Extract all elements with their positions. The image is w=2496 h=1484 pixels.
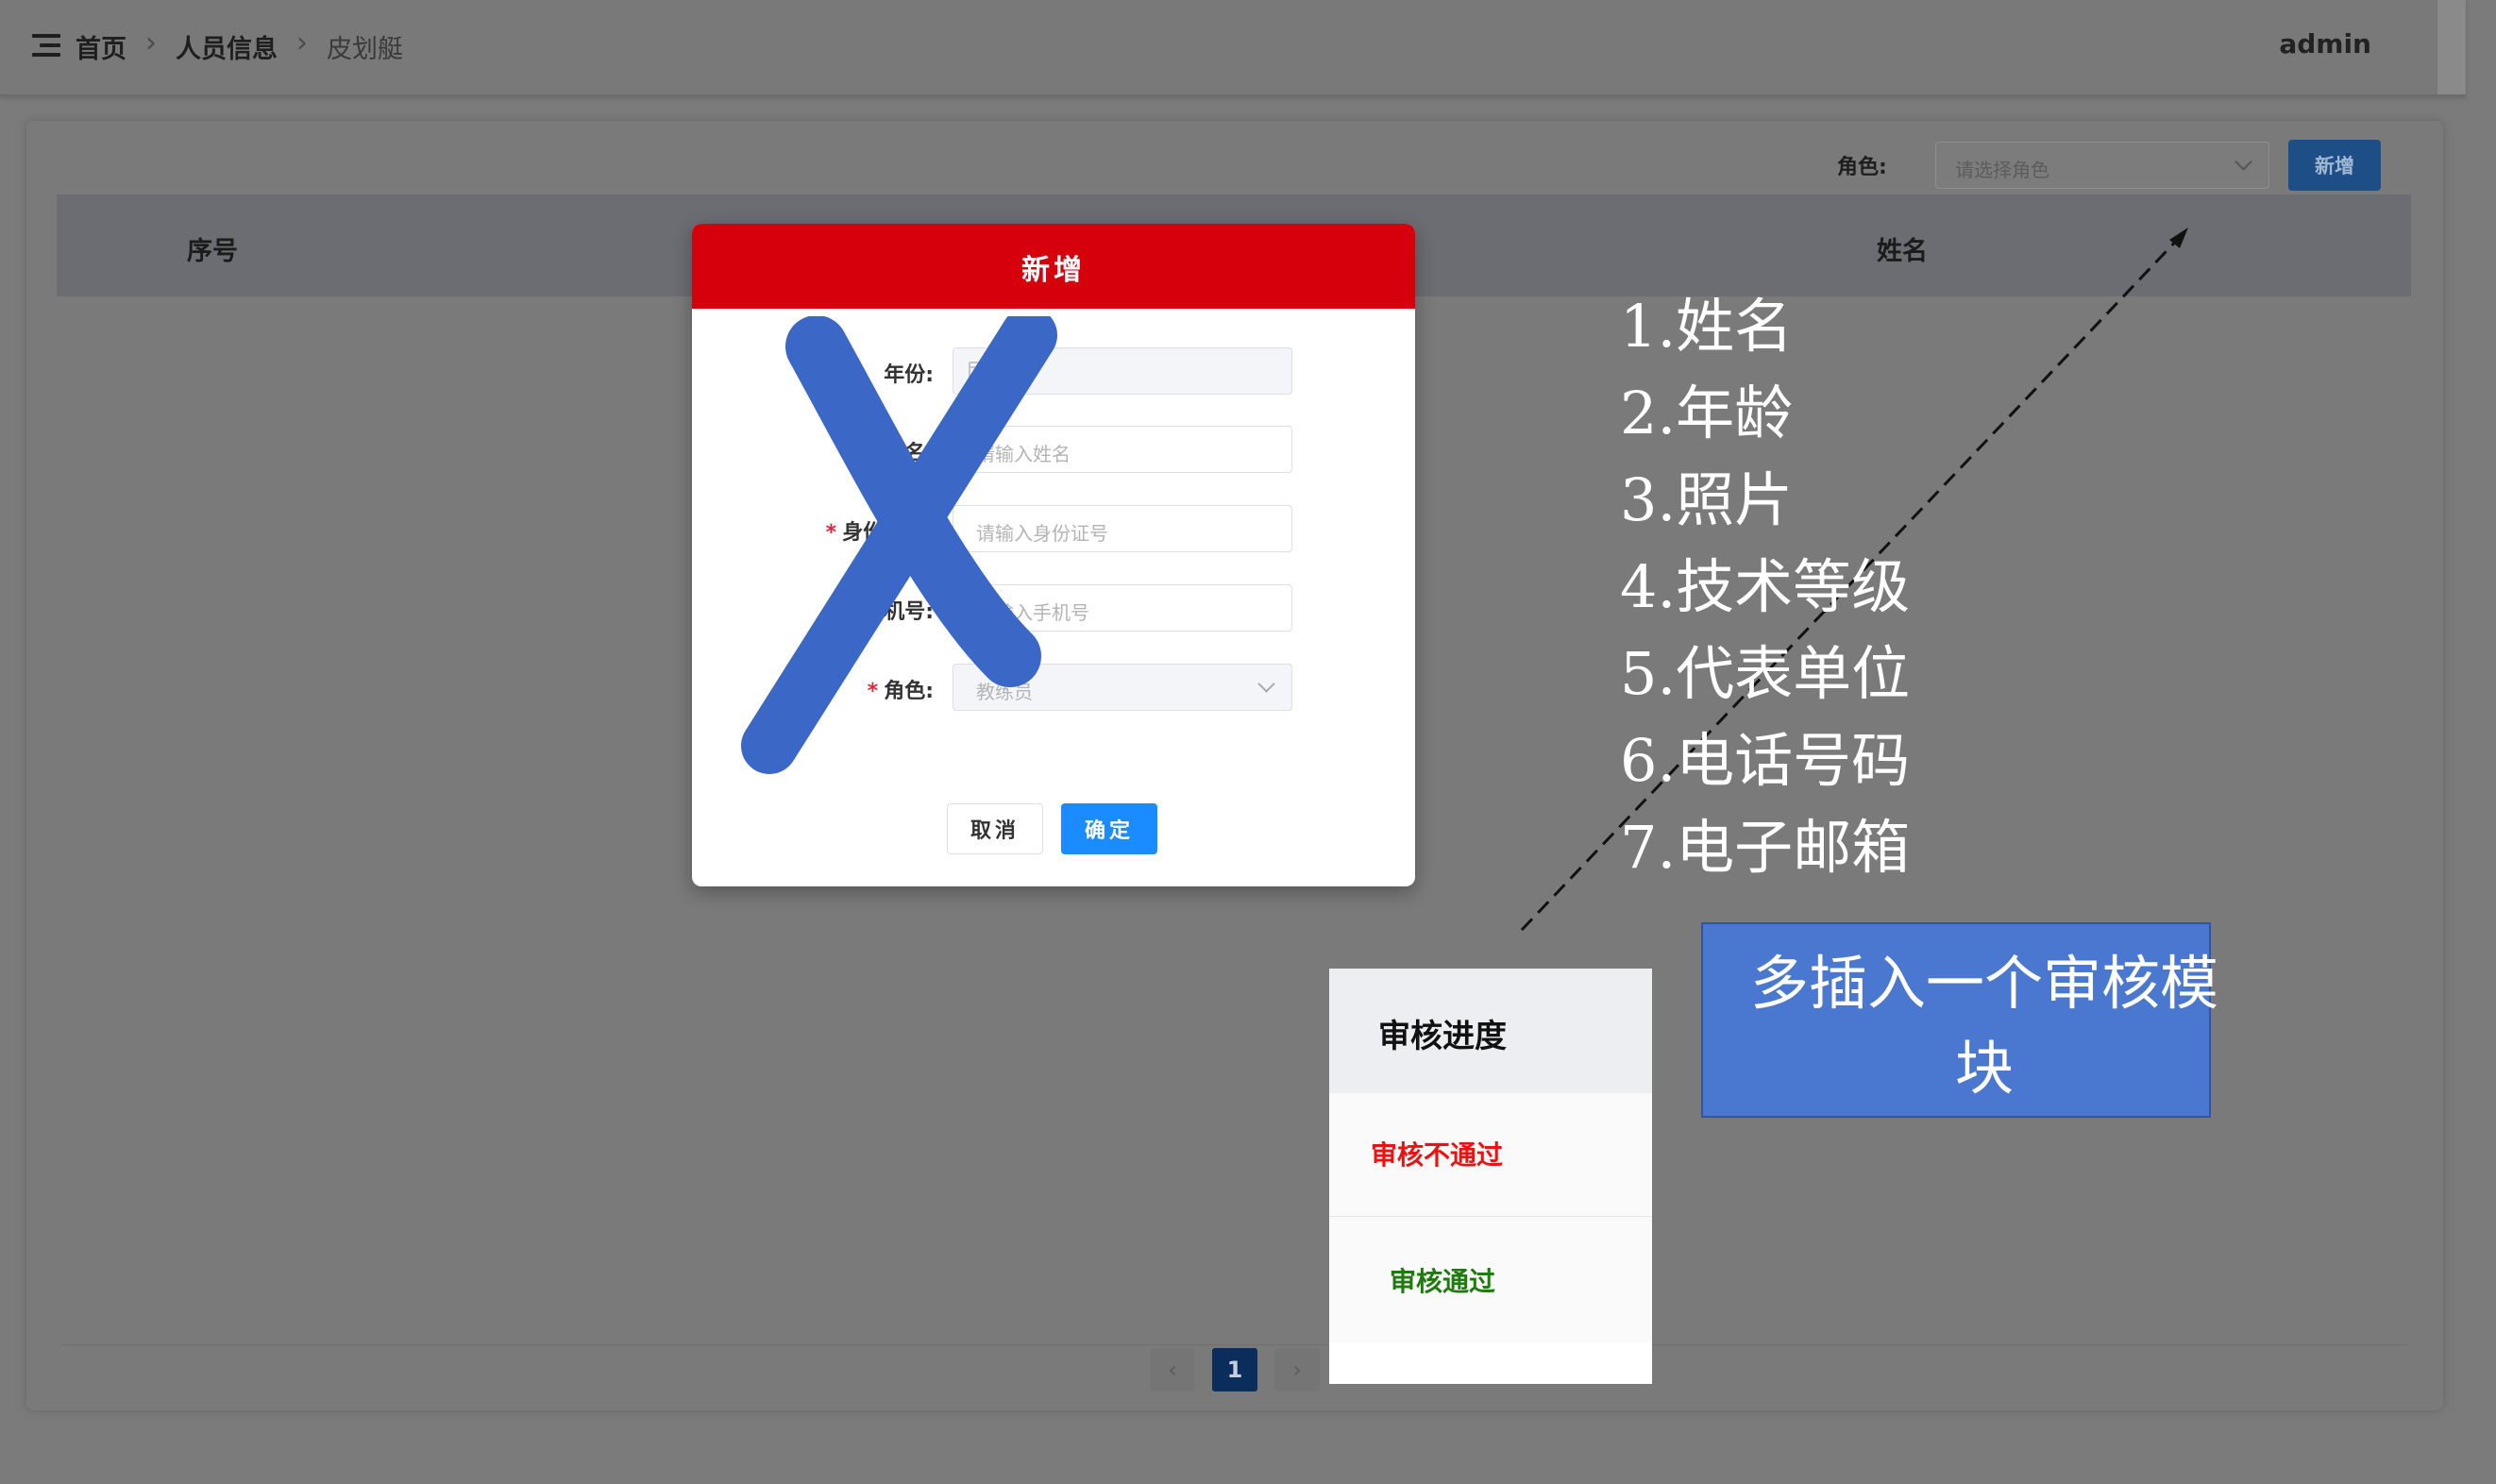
- confirm-button[interactable]: 确定: [1061, 803, 1157, 854]
- review-panel-divider: [1329, 1216, 1652, 1217]
- role-filter-label: 角色:: [1837, 156, 1887, 179]
- column-header-index[interactable]: 序号: [187, 230, 238, 267]
- breadcrumb-personnel[interactable]: 人员信息: [176, 28, 278, 65]
- list-item: 7.电子邮箱: [1620, 813, 1911, 882]
- table-footer-divider: [62, 1344, 2407, 1345]
- note-text: 多插入一个审核模 块: [1720, 941, 2249, 1111]
- list-item: 2.年龄: [1620, 379, 1794, 447]
- review-pass-status: 审核通过: [1390, 1266, 1496, 1297]
- chevron-down-icon: [1257, 675, 1275, 693]
- breadcrumb-home[interactable]: 首页: [76, 28, 126, 65]
- list-item: 6.电话号码: [1620, 726, 1911, 795]
- role-filter-select[interactable]: 请选择角色: [1935, 142, 2269, 189]
- review-panel-title: 审核进度: [1378, 1018, 1507, 1055]
- cancel-button[interactable]: 取消: [947, 803, 1043, 854]
- review-status-panel: 审核进度 审核不通过 审核通过: [1329, 969, 1652, 1384]
- chevron-down-icon: [2235, 153, 2252, 171]
- role-filter-placeholder: 请选择角色: [1955, 159, 2049, 181]
- dialog-title: 新增: [692, 224, 1415, 309]
- next-page-button[interactable]: ›: [1274, 1348, 1320, 1391]
- add-button[interactable]: 新增: [2288, 140, 2381, 191]
- note-line: 多插入一个审核模: [1749, 949, 2218, 1018]
- menu-icon[interactable]: [32, 34, 60, 57]
- prev-page-button[interactable]: ‹: [1150, 1348, 1195, 1391]
- list-item: 1.姓名: [1620, 292, 1794, 361]
- review-panel-footer: [1329, 1342, 1652, 1384]
- field-list: 1.姓名 2.年龄 3.照片 4.技术等级 5.代表单位 6.电话号码 7.电子…: [1620, 283, 1910, 891]
- review-fail-status: 审核不通过: [1371, 1139, 1504, 1171]
- chevron-right-icon: ›: [296, 26, 308, 59]
- user-menu[interactable]: admin: [2279, 28, 2371, 59]
- column-header-name[interactable]: 姓名: [1877, 230, 1928, 267]
- chevron-right-icon: ›: [145, 26, 157, 59]
- top-bar: 首页 › 人员信息 › 皮划艇 admin: [0, 0, 2466, 96]
- scrollbar[interactable]: [2437, 0, 2466, 94]
- list-item: 5.代表单位: [1620, 639, 1911, 708]
- list-item: 4.技术等级: [1620, 552, 1911, 621]
- cross-out-mark: [741, 316, 1057, 774]
- note-line: 块: [1954, 1034, 2014, 1103]
- breadcrumb-current: 皮划艇: [327, 35, 403, 64]
- page-1-button[interactable]: 1: [1212, 1348, 1257, 1391]
- list-item: 3.照片: [1620, 465, 1794, 534]
